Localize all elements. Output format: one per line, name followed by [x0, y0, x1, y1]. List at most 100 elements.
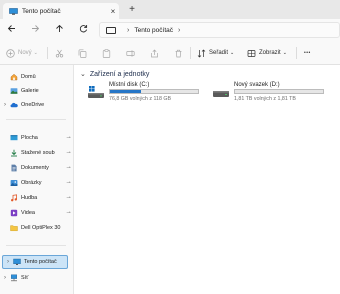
breadcrumb-chevron-icon[interactable]: › [127, 27, 129, 34]
pin-icon[interactable]: ⊸ [64, 150, 73, 156]
this-pc-icon [9, 7, 18, 15]
section-header-devices[interactable]: ⌄ Zařízení a jednotky [80, 70, 150, 79]
chevron-right-icon[interactable]: › [3, 259, 13, 265]
pictures-icon [10, 180, 18, 186]
sidebar-item-home[interactable]: Domů [0, 70, 73, 84]
sidebar-item-dell-optiplex[interactable]: Dell OptiPlex 30 [0, 221, 73, 235]
chevron-right-icon[interactable]: › [0, 102, 10, 108]
sidebar-item-label: Tento počítač [24, 259, 57, 265]
cut-button[interactable] [55, 47, 67, 59]
command-bar: Nový ⌄ Seřadit ⌄ Zobrazit ⌄ ••• [0, 41, 340, 65]
sidebar-item-pictures[interactable]: Obrázky ⊸ [0, 176, 73, 190]
drive-usage-bar [234, 89, 324, 94]
forward-button[interactable] [28, 23, 42, 37]
drive-d[interactable]: Nový svazek (D:) 1,81 TB volných z 1,81 … [212, 82, 324, 106]
close-tab-icon[interactable]: × [107, 7, 119, 16]
section-title: Zařízení a jednotky [89, 70, 150, 78]
new-tab-button[interactable]: + [125, 3, 139, 17]
view-label: Zobrazit [259, 50, 281, 56]
tab-label: Tento počítač [22, 7, 61, 15]
pin-icon[interactable]: ⊸ [64, 180, 73, 186]
download-icon [11, 149, 17, 157]
copy-button[interactable] [78, 47, 90, 59]
sidebar-item-label: Dell OptiPlex 30 [21, 225, 61, 231]
pin-icon[interactable]: ⊸ [64, 210, 73, 216]
onedrive-icon [10, 102, 18, 108]
documents-icon [11, 164, 17, 172]
divider [6, 245, 66, 246]
sidebar-item-music[interactable]: Hudba ⊸ [0, 191, 73, 205]
sort-icon [197, 49, 206, 57]
sidebar-item-label: Obrázky [21, 180, 42, 186]
address-row: › Tento počítač › [0, 19, 340, 41]
pin-icon[interactable]: ⊸ [64, 165, 73, 171]
chevron-down-icon: ⌄ [33, 50, 38, 56]
sidebar-item-label: Domů [21, 74, 36, 80]
pin-icon[interactable]: ⊸ [64, 135, 73, 141]
drive-usage-bar [109, 89, 199, 94]
more-options-button[interactable]: ••• [304, 47, 311, 59]
breadcrumb-chevron-icon[interactable]: › [178, 27, 180, 34]
sidebar-item-documents[interactable]: Dokumenty ⊸ [0, 161, 73, 175]
sort-label: Seřadit [209, 50, 229, 56]
system-drive-icon [88, 86, 104, 98]
view-button[interactable]: Zobrazit ⌄ [247, 47, 287, 59]
rename-button[interactable] [126, 47, 138, 59]
tab-this-pc[interactable]: Tento počítač × [3, 3, 119, 19]
this-pc-icon [13, 258, 21, 265]
address-bar[interactable]: › Tento počítač › [99, 22, 340, 38]
sidebar-item-label: OneDrive [21, 102, 45, 108]
copy-icon [78, 48, 87, 58]
drive-c[interactable]: Místní disk (C:) 76,8 GB volných z 118 G… [87, 82, 199, 106]
gallery-icon [10, 88, 18, 94]
up-button[interactable] [52, 23, 66, 37]
drive-free-space: 76,8 GB volných z 118 GB [109, 96, 172, 102]
delete-button[interactable] [174, 47, 186, 59]
sidebar-item-desktop[interactable]: Plocha ⊸ [0, 131, 73, 145]
back-button[interactable] [4, 23, 18, 37]
divider [6, 119, 66, 120]
new-button[interactable]: Nový ⌄ [6, 47, 38, 59]
title-bar: Tento počítač × + [0, 0, 340, 19]
arrow-up-icon [55, 24, 63, 32]
refresh-icon [79, 25, 87, 33]
home-icon [10, 73, 18, 81]
trash-icon [175, 49, 182, 57]
sidebar-item-label: Stažené soub [21, 150, 55, 156]
new-label: Nový [18, 50, 32, 56]
sidebar-item-network[interactable]: › Síť [0, 271, 73, 285]
drive-details: Místní disk (C:) 76,8 GB volných z 118 G… [109, 82, 199, 106]
share-button[interactable] [150, 47, 162, 59]
drive-details: Nový svazek (D:) 1,81 TB volných z 1,81 … [234, 82, 324, 106]
desktop-icon [10, 135, 18, 141]
sidebar-item-videos[interactable]: Videa ⊸ [0, 206, 73, 220]
paste-icon [102, 48, 111, 58]
sidebar-item-onedrive[interactable]: › OneDrive [0, 98, 73, 112]
sidebar-item-label: Síť [21, 275, 29, 281]
sidebar-item-gallery[interactable]: Galerie [0, 84, 73, 98]
divider [47, 47, 48, 59]
divider [296, 47, 297, 59]
sidebar-item-this-pc[interactable]: › Tento počítač [2, 255, 68, 269]
sidebar-item-label: Plocha [21, 135, 38, 141]
content-pane: ⌄ Zařízení a jednotky Místní disk (C:) 7… [74, 65, 340, 294]
chevron-down-icon: ⌄ [282, 50, 287, 56]
paste-button[interactable] [102, 47, 114, 59]
sort-button[interactable]: Seřadit ⌄ [197, 47, 234, 59]
pin-icon[interactable]: ⊸ [64, 195, 73, 201]
sidebar-item-label: Dokumenty [21, 165, 49, 171]
chevron-right-icon[interactable]: › [0, 275, 10, 281]
refresh-button[interactable] [76, 23, 90, 37]
share-icon [151, 49, 158, 57]
chevron-down-icon[interactable]: ⌄ [80, 70, 86, 78]
chevron-down-icon: ⌄ [230, 50, 235, 56]
arrow-left-icon [7, 25, 15, 32]
breadcrumb-this-pc[interactable]: Tento počítač [134, 27, 173, 34]
scissors-icon [55, 49, 64, 57]
videos-icon [10, 209, 18, 217]
drive-free-space: 1,81 TB volných z 1,81 TB [234, 96, 296, 102]
navigation-pane: Domů Galerie › OneDrive Plocha ⊸ Stažené… [0, 65, 73, 294]
sidebar-item-downloads[interactable]: Stažené soub ⊸ [0, 146, 73, 160]
arrow-right-icon [31, 25, 39, 32]
music-icon [11, 194, 17, 202]
